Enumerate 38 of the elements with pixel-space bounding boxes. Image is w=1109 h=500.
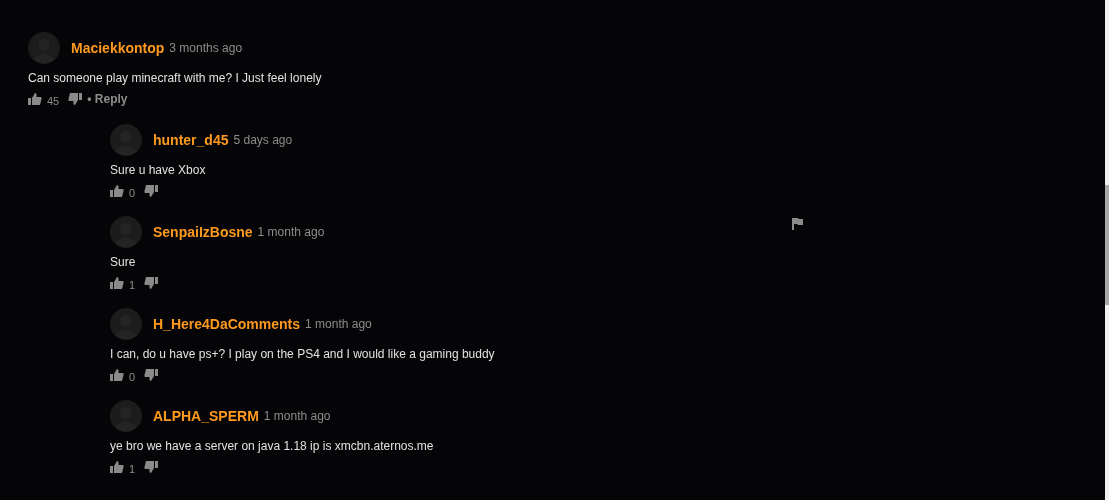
- thumbs-down-icon[interactable]: [144, 461, 159, 473]
- timestamp: 1 month ago: [257, 225, 325, 239]
- avatar-icon: [110, 400, 142, 432]
- avatar-icon: [110, 216, 142, 248]
- thumbs-up-icon[interactable]: [110, 369, 124, 381]
- thumbs-up-icon[interactable]: [110, 461, 124, 473]
- thumbs-down-icon[interactable]: [68, 93, 83, 105]
- thumbs-up-icon[interactable]: [110, 185, 124, 197]
- avatar-icon: [28, 32, 60, 64]
- flag-icon[interactable]: [792, 218, 803, 230]
- like-count: 1: [129, 279, 136, 291]
- like-count: 0: [129, 371, 136, 383]
- timestamp: 3 months ago: [169, 41, 243, 55]
- comment-text: ye bro we have a server on java 1.18 ip is xmcbn.aternos.me: [110, 439, 435, 453]
- username[interactable]: Maciekkontop: [71, 40, 165, 56]
- thumbs-down-icon[interactable]: [144, 185, 159, 197]
- thumbs-down-icon[interactable]: [144, 369, 159, 381]
- username[interactable]: SenpaiIzBosne: [153, 224, 253, 240]
- scrollbar[interactable]: [1105, 0, 1109, 500]
- timestamp: 1 month ago: [263, 409, 331, 423]
- comment-text: Sure u have Xbox: [110, 163, 207, 177]
- timestamp: 1 month ago: [305, 317, 372, 331]
- comment-text: Sure: [110, 255, 137, 269]
- comment-text: Can someone play minecraft with me? I Just feel lonely: [28, 71, 323, 85]
- like-count: 45: [47, 95, 60, 107]
- reply-link[interactable]: • Reply: [87, 92, 128, 106]
- username[interactable]: hunter_d45: [153, 132, 229, 148]
- thumbs-up-icon[interactable]: [28, 93, 42, 105]
- thumbs-down-icon[interactable]: [144, 277, 159, 289]
- avatar-icon: [110, 308, 142, 340]
- like-count: 1: [129, 463, 136, 475]
- like-count: 0: [129, 187, 136, 199]
- avatar-icon: [110, 124, 142, 156]
- timestamp: 5 days ago: [233, 133, 293, 147]
- comment-text: I can, do u have ps+? I play on the PS4 and I would like a gaming buddy: [110, 347, 496, 361]
- username[interactable]: ALPHA_SPERM: [153, 408, 259, 424]
- username[interactable]: H_Here4DaComments: [153, 316, 301, 332]
- thumbs-up-icon[interactable]: [110, 277, 124, 289]
